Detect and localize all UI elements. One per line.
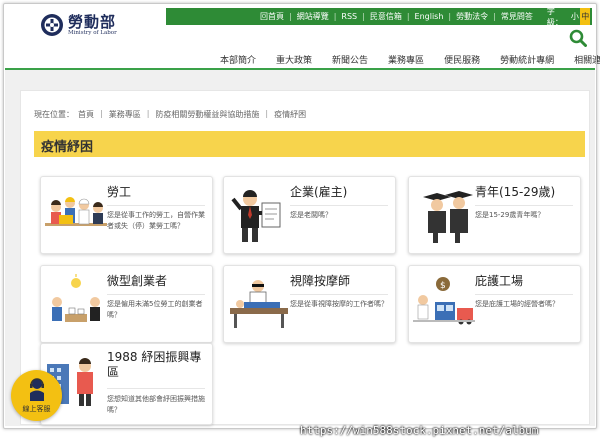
card-divider — [107, 388, 205, 389]
utility-bar: 回首頁 | 網站導覽 | RSS | 民意信箱 | English | 勞動法令… — [166, 7, 600, 27]
separator: | — [448, 12, 452, 21]
breadcrumb-covid-measures[interactable]: 防疫相關勞動權益與協助措施 — [155, 109, 259, 120]
card-title: 青年(15-29歲) — [475, 185, 556, 199]
breadcrumb: 現在位置： 首頁 | 業務專區 | 防疫相關勞動權益與協助措施 | 疫情紓困 — [34, 109, 306, 120]
separator: | — [362, 12, 365, 21]
page-title-bar: 疫情紓困 — [34, 131, 585, 157]
card-divider — [290, 294, 388, 295]
entrepreneur-illustration — [52, 274, 100, 322]
card-description: 您是僱用未滿5位勞工的創業者嗎？ — [107, 300, 203, 319]
watermark-text: https://win588stock.pixnet.net/album — [300, 424, 539, 437]
search-icon[interactable] — [569, 29, 587, 47]
logo-title: 勞動部 — [68, 12, 117, 31]
card-sheltered-workshop[interactable]: $ 庇護工場 您是庇護工場的經營者嗎？ — [408, 265, 581, 343]
card-title: 企業(雇主) — [290, 185, 348, 199]
link-english[interactable]: English — [415, 12, 444, 21]
breadcrumb-label: 現在位置： — [34, 110, 74, 119]
nav-about[interactable]: 本部簡介 — [220, 53, 256, 66]
masseur-illustration — [230, 280, 288, 328]
youth-illustration — [423, 191, 473, 243]
browser-page: 回首頁 | 網站導覽 | RSS | 民意信箱 | English | 勞動法令… — [0, 0, 600, 441]
link-sitemap[interactable]: 網站導覽 — [297, 11, 329, 22]
page-title: 疫情紓困 — [41, 140, 94, 155]
workshop-illustration: $ — [413, 277, 475, 325]
nav-links[interactable]: 相關連結 — [574, 53, 600, 66]
separator: | — [289, 12, 292, 21]
card-description: 您是從事視障按摩的工作者嗎？ — [290, 300, 388, 308]
separator: | — [333, 12, 337, 21]
nav-news[interactable]: 新聞公告 — [332, 53, 368, 66]
card-workers[interactable]: 勞工 您是從事工作的勞工，自營作業者或失（停）業勞工嗎？ — [40, 176, 213, 254]
breadcrumb-current: 疫情紓困 — [274, 110, 307, 119]
card-employer[interactable]: 企業(雇主) 您是老闆嗎？ — [223, 176, 396, 254]
nav-business[interactable]: 業務專區 — [388, 53, 424, 66]
nav-services[interactable]: 便民服務 — [444, 53, 480, 66]
link-mailbox[interactable]: 民意信箱 — [370, 11, 402, 22]
card-divider — [107, 205, 205, 206]
breadcrumb-home[interactable]: 首頁 — [78, 109, 94, 120]
online-service-label: 線上客服 — [22, 405, 51, 413]
card-visually-impaired-masseurs[interactable]: 視障按摩師 您是從事視障按摩的工作者嗎？ — [223, 265, 396, 343]
nav-policy[interactable]: 重大政策 — [276, 53, 312, 66]
font-size-label: 字級： — [546, 6, 563, 27]
employer-illustration — [231, 190, 281, 242]
utility-links: 回首頁 | 網站導覽 | RSS | 民意信箱 | English | 勞動法令… — [166, 11, 533, 22]
separator: | — [493, 12, 496, 21]
card-divider — [475, 294, 573, 295]
breadcrumb-business[interactable]: 業務專區 — [109, 109, 141, 120]
card-divider — [107, 294, 205, 295]
card-title: 視障按摩師 — [290, 274, 351, 288]
card-title: 1988 紓困振興專區 — [107, 350, 202, 379]
customer-service-icon — [30, 378, 44, 401]
card-description: 您是老闆嗎？ — [290, 211, 332, 219]
site-logo[interactable]: 勞動部 Ministry of Labor — [40, 13, 117, 37]
breadcrumb-separator: | — [100, 109, 103, 118]
separator: | — [406, 12, 410, 21]
ministry-logo-icon — [41, 14, 63, 36]
card-title: 勞工 — [107, 185, 132, 199]
link-home[interactable]: 回首頁 — [260, 11, 284, 22]
breadcrumb-separator: | — [265, 109, 269, 118]
svg-text:$: $ — [440, 281, 446, 291]
card-description: 您是15-29歲青年嗎？ — [475, 211, 545, 219]
main-nav: 本部簡介 重大政策 新聞公告 業務專區 便民服務 勞動統計專網 相關連結 — [220, 53, 600, 66]
card-micro-entrepreneurs[interactable]: 微型創業者 您是僱用未滿5位勞工的創業者嗎？ — [40, 265, 213, 343]
card-youth[interactable]: 青年(15-29歲) 您是15-29歲青年嗎？ — [408, 176, 581, 254]
online-service-button[interactable]: 線上客服 — [11, 370, 62, 421]
workers-illustration — [45, 197, 107, 226]
card-title: 庇護工場 — [475, 274, 524, 288]
card-description: 您想知道其他部會紓困振興措施嗎？ — [107, 395, 205, 414]
link-labor-law[interactable]: 勞動法令 — [456, 11, 488, 22]
card-divider — [290, 205, 388, 206]
card-description: 您是庇護工場的經營者嗎？ — [475, 300, 559, 308]
logo-subtitle: Ministry of Labor — [68, 29, 117, 36]
card-description: 您是從事工作的勞工，自營作業者或失（停）業勞工嗎？ — [107, 211, 205, 230]
card-divider — [475, 205, 573, 206]
font-size-large-button[interactable]: 大 — [590, 8, 600, 25]
header-divider — [5, 68, 595, 70]
font-size-small-button[interactable]: 小 — [570, 8, 580, 25]
nav-statistics[interactable]: 勞動統計專網 — [500, 53, 554, 66]
font-size-switcher: 字級： 小 中 大 — [547, 6, 600, 28]
link-faq[interactable]: 常見問答 — [501, 11, 533, 22]
breadcrumb-separator: | — [146, 109, 150, 118]
card-1988-relief-zone[interactable]: 1988 紓困振興專區 您想知道其他部會紓困振興措施嗎？ — [40, 343, 213, 425]
link-rss[interactable]: RSS — [341, 12, 357, 21]
card-title: 微型創業者 — [107, 274, 168, 288]
font-size-medium-button[interactable]: 中 — [580, 8, 591, 25]
